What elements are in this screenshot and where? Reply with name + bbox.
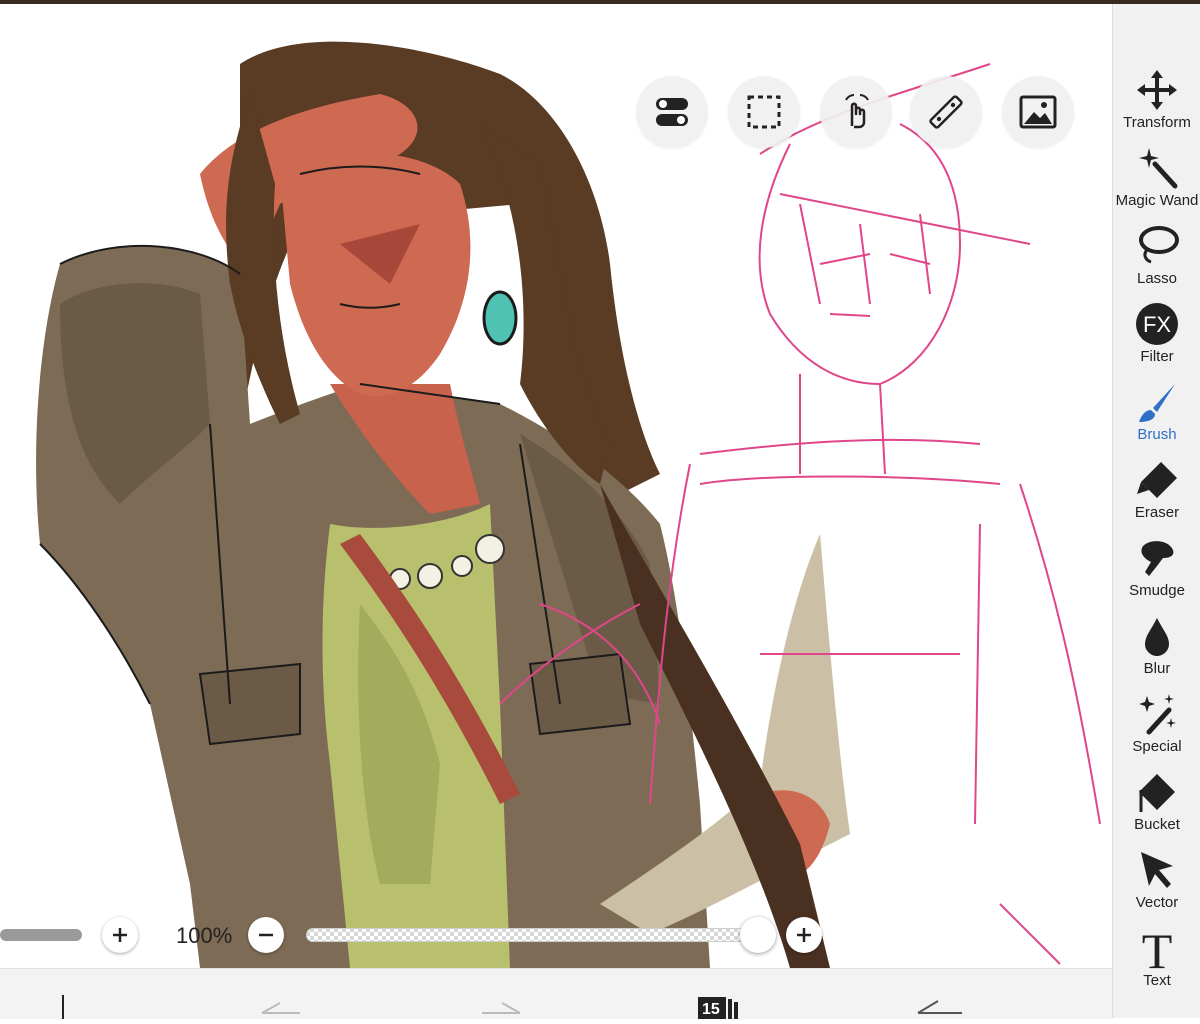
eraser-icon bbox=[1137, 462, 1177, 498]
tool-blur[interactable]: Blur bbox=[1113, 612, 1200, 690]
tool-label: Special bbox=[1132, 738, 1182, 755]
tool-label: Blur bbox=[1143, 660, 1171, 677]
tool-vector[interactable]: Vector bbox=[1113, 846, 1200, 924]
drawing-canvas[interactable] bbox=[0, 4, 1112, 968]
image-reference-button[interactable] bbox=[1002, 76, 1074, 148]
opacity-slider-thumb[interactable] bbox=[740, 917, 776, 953]
ruler-icon bbox=[929, 95, 963, 129]
brush-size-slider[interactable] bbox=[0, 929, 82, 941]
tool-filter[interactable]: FX Filter bbox=[1113, 300, 1200, 378]
tool-label: Lasso bbox=[1136, 270, 1178, 287]
bottom-bar-icons bbox=[62, 995, 962, 1019]
tool-label: Filter bbox=[1140, 348, 1174, 365]
tool-smudge[interactable]: Smudge bbox=[1113, 534, 1200, 612]
toggle-settings-button[interactable] bbox=[636, 76, 708, 148]
plus-icon bbox=[797, 928, 811, 942]
magic-wand-icon bbox=[1139, 148, 1178, 189]
size-plus-button[interactable] bbox=[102, 917, 138, 953]
opacity-plus-button[interactable] bbox=[786, 917, 822, 953]
blur-drop-icon bbox=[1145, 618, 1169, 656]
tool-palette: Transform Magic Wand Lasso FX Filter Bru… bbox=[1112, 4, 1200, 1018]
zoom-minus-button[interactable] bbox=[248, 917, 284, 953]
tool-label: Smudge bbox=[1129, 582, 1185, 599]
svg-text:FX: FX bbox=[1143, 312, 1171, 337]
tool-label: Bucket bbox=[1134, 816, 1180, 833]
tool-bucket[interactable]: Bucket bbox=[1113, 768, 1200, 846]
plus-icon bbox=[113, 928, 127, 942]
tool-label: Brush bbox=[1137, 426, 1177, 443]
tool-transform[interactable]: Transform bbox=[1113, 66, 1200, 144]
selection-button[interactable] bbox=[728, 76, 800, 148]
smudge-icon bbox=[1141, 541, 1174, 576]
fx-filter-icon: FX bbox=[1136, 303, 1178, 345]
selection-rect-icon bbox=[747, 95, 781, 129]
lasso-icon bbox=[1139, 226, 1179, 264]
bottom-bar: 15 bbox=[0, 968, 1112, 1019]
bucket-icon bbox=[1139, 774, 1175, 812]
hand-touch-button[interactable] bbox=[820, 76, 892, 148]
tool-special[interactable]: Special bbox=[1113, 690, 1200, 768]
layer-count[interactable]: 15 bbox=[702, 1001, 720, 1019]
special-sparkle-icon bbox=[1139, 694, 1176, 735]
toggle-settings-icon bbox=[656, 98, 688, 126]
vector-cursor-icon bbox=[1141, 852, 1173, 888]
tool-label: Transform bbox=[1123, 114, 1191, 131]
tool-label: Eraser bbox=[1134, 504, 1180, 521]
zoom-level: 100% bbox=[176, 923, 233, 948]
tool-label: Vector bbox=[1135, 894, 1179, 911]
tool-lasso[interactable]: Lasso bbox=[1113, 222, 1200, 300]
tool-eraser[interactable]: Eraser bbox=[1113, 456, 1200, 534]
tool-label: Text bbox=[1143, 972, 1171, 989]
artwork bbox=[36, 41, 1101, 968]
tool-magic-wand[interactable]: Magic Wand bbox=[1113, 144, 1200, 222]
brush-icon bbox=[1139, 384, 1175, 422]
tool-text[interactable]: T Text bbox=[1113, 924, 1200, 1002]
redo-icon bbox=[482, 1002, 521, 1014]
text-t-icon: T bbox=[1142, 926, 1173, 970]
tool-brush[interactable]: Brush bbox=[1113, 378, 1200, 456]
hand-touch-icon bbox=[845, 94, 869, 129]
undo-icon bbox=[261, 1002, 300, 1014]
ruler-button[interactable] bbox=[910, 76, 982, 148]
svg-text:T: T bbox=[1142, 926, 1173, 970]
image-reference-icon bbox=[1019, 95, 1057, 129]
back-arrow-icon bbox=[917, 1000, 962, 1014]
tool-label: Magic Wand bbox=[1115, 192, 1199, 209]
zoom-opacity-row: 100% bbox=[0, 912, 1112, 958]
minus-icon bbox=[259, 933, 273, 937]
opacity-slider[interactable] bbox=[306, 928, 764, 942]
move-arrows-icon bbox=[1137, 70, 1177, 110]
